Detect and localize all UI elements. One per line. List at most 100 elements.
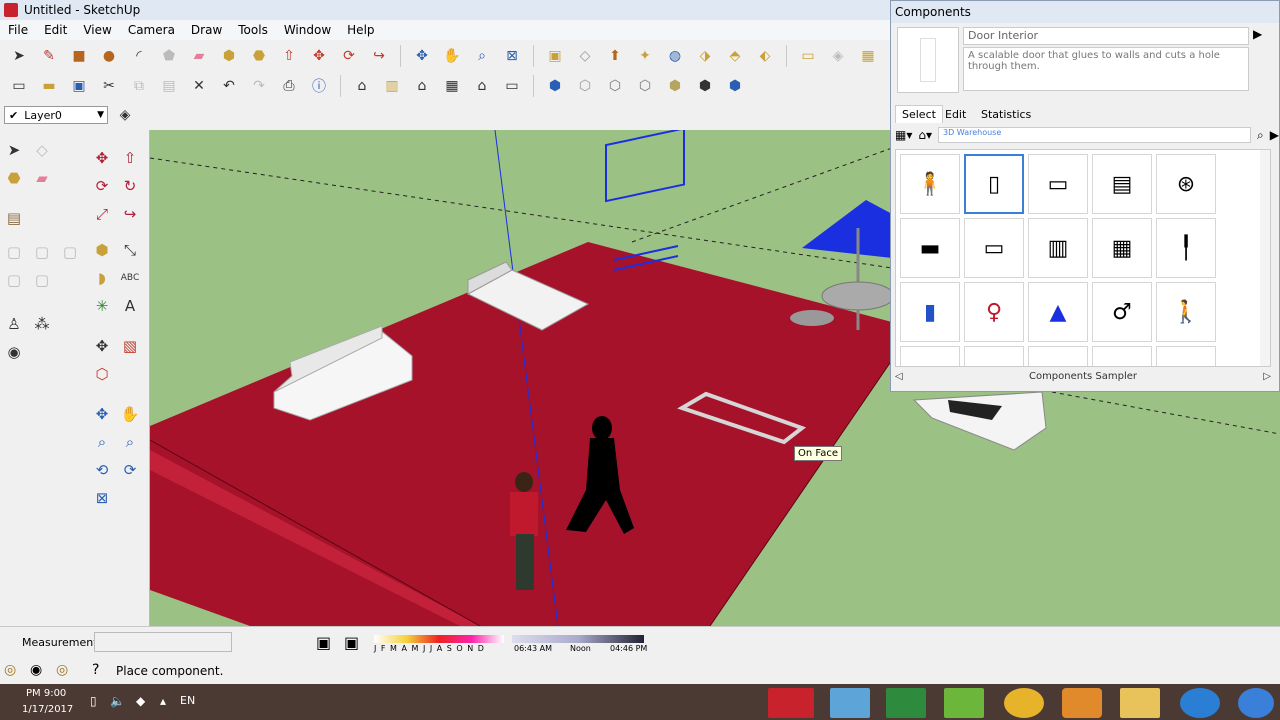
component-item-door[interactable]: ▯ [964, 154, 1024, 214]
component-item-walker[interactable]: 🚶 [1156, 282, 1216, 342]
car[interactable] [912, 392, 1047, 451]
zoom-extents-icon[interactable]: ⊠ [499, 44, 525, 68]
scene-canvas[interactable] [150, 130, 892, 626]
component-item-car[interactable]: ▬ [900, 218, 960, 278]
component-item-partial[interactable] [1028, 346, 1088, 366]
photo-textures-icon[interactable]: ✦ [632, 44, 658, 68]
component-item-sofa[interactable]: ▭ [964, 218, 1024, 278]
model-info-icon[interactable]: ⓘ [306, 74, 332, 98]
component-item-partial[interactable] [1156, 346, 1216, 366]
start-button-icon[interactable] [1238, 688, 1274, 718]
media-player-icon[interactable] [1062, 688, 1102, 718]
paste-icon[interactable]: ▤ [156, 74, 182, 98]
protractor-icon[interactable]: ◗ [90, 266, 114, 290]
stamp-icon[interactable]: ▦ [855, 44, 881, 68]
battery-icon[interactable]: ▯ [90, 694, 97, 708]
section-plane-icon[interactable]: ▧ [118, 334, 142, 358]
solid-subtract-icon[interactable]: ▢ [58, 240, 82, 264]
network-icon[interactable]: ◆ [136, 694, 145, 708]
menu-camera[interactable]: Camera [120, 23, 183, 37]
folder-icon[interactable] [1120, 688, 1160, 718]
pan-icon[interactable]: ✋ [439, 44, 465, 68]
back-view-icon[interactable]: ⌂ [469, 74, 495, 98]
warehouse-icon[interactable]: ▣ [542, 44, 568, 68]
explorer-task-icon[interactable] [830, 688, 870, 718]
component-item-bench[interactable]: ▤ [1092, 154, 1152, 214]
text-icon[interactable]: ABC [118, 266, 142, 290]
layer-dropdown[interactable]: ✔ Layer0 ▼ [4, 106, 108, 124]
back-edges-icon[interactable]: ⬡ [572, 74, 598, 98]
3d-viewport-right[interactable] [892, 392, 1280, 626]
footprints-icon[interactable]: ⁂ [30, 312, 54, 336]
circle-tool-icon[interactable]: ● [96, 44, 122, 68]
dimension-icon[interactable]: ⤡ [118, 238, 142, 262]
paint-bucket-icon[interactable]: ⬣ [246, 44, 272, 68]
axes-icon[interactable]: ✳ [90, 294, 114, 318]
arc-tool-icon[interactable]: ◜ [126, 44, 152, 68]
pan-icon[interactable]: ✋ [118, 402, 142, 426]
tab-statistics[interactable]: Statistics [975, 105, 1037, 123]
eraser-icon[interactable]: ▰ [30, 166, 54, 190]
solid-intersect-icon[interactable]: ▢ [30, 240, 54, 264]
offset-icon[interactable]: ↪ [118, 202, 142, 226]
zoom-icon[interactable]: ⌕ [90, 430, 114, 454]
time-slider[interactable] [512, 635, 644, 643]
component-item-people[interactable]: 🧍 [900, 154, 960, 214]
iso-view-icon[interactable]: ⌂ [349, 74, 375, 98]
open-file-icon[interactable]: ▬ [36, 74, 62, 98]
move-tool-icon[interactable]: ✥ [306, 44, 332, 68]
details-arrow-icon[interactable]: ▶ [1253, 27, 1262, 41]
front-view-icon[interactable]: ⌂ [409, 74, 435, 98]
search-icon[interactable]: ⌕ [1257, 128, 1264, 143]
section-display-icon[interactable]: ⬡ [90, 362, 114, 386]
rotate-tool-icon[interactable]: ⟳ [336, 44, 362, 68]
cut-icon[interactable]: ✂ [96, 74, 122, 98]
component-item-woman[interactable]: ♀ [964, 282, 1024, 342]
walk-icon[interactable]: ♙ [2, 312, 26, 336]
zoom-window-icon[interactable]: ⌕ [118, 430, 142, 454]
date-slider[interactable] [374, 635, 504, 643]
rotate-icon[interactable]: ⟳ [90, 174, 114, 198]
move-icon[interactable]: ✥ [90, 146, 114, 170]
redo-icon[interactable]: ↷ [246, 74, 272, 98]
get-models-icon[interactable]: ⬆ [602, 44, 628, 68]
camtasia-task-icon[interactable] [886, 688, 926, 718]
wireframe-icon[interactable]: ⬡ [602, 74, 628, 98]
geo-icon[interactable]: ◎ [4, 662, 16, 678]
camtasia-recorder-icon[interactable] [944, 688, 984, 718]
view-options-icon[interactable]: ▦▾ [895, 128, 912, 142]
pencil-tool-icon[interactable]: ✎ [36, 44, 62, 68]
volume-icon[interactable]: 🔈 [110, 694, 125, 708]
zoom-icon[interactable]: ⌕ [469, 44, 495, 68]
grid-scrollbar[interactable] [1260, 150, 1270, 366]
look-around-icon[interactable]: ◉ [2, 340, 26, 364]
solid-split-icon[interactable]: ▢ [30, 268, 54, 292]
menu-view[interactable]: View [75, 23, 119, 37]
sketchup-task-icon[interactable] [768, 688, 814, 718]
measurements-input[interactable] [94, 632, 232, 652]
erase-icon[interactable]: ✕ [186, 74, 212, 98]
menu-window[interactable]: Window [276, 23, 339, 37]
help-icon[interactable]: ? [92, 662, 99, 678]
shaded-icon[interactable]: ⬢ [662, 74, 688, 98]
follow-me-icon[interactable]: ↻ [118, 174, 142, 198]
component-item-partial[interactable] [900, 346, 960, 366]
component-item-mailbox[interactable]: ▮ [900, 282, 960, 342]
search-field[interactable]: 3D Warehouse [938, 127, 1252, 143]
select-tool-icon[interactable]: ➤ [6, 44, 32, 68]
shadow-toggle-icon[interactable]: ▣ [316, 633, 331, 652]
tab-select[interactable]: Select [895, 105, 943, 123]
position-camera-icon[interactable]: ✥ [90, 334, 114, 358]
layout-icon[interactable]: ⬘ [722, 44, 748, 68]
internet-explorer-icon[interactable] [1180, 688, 1220, 718]
layer-manager-icon[interactable]: ◈ [112, 103, 138, 127]
paint-icon[interactable]: ⬣ [2, 166, 26, 190]
monochrome-icon[interactable]: ⬢ [722, 74, 748, 98]
right-view-icon[interactable]: ▦ [439, 74, 465, 98]
rectangle-tool-icon[interactable]: ■ [66, 44, 92, 68]
component-name-field[interactable]: Door Interior [963, 27, 1249, 45]
polygon-tool-icon[interactable]: ⬟ [156, 44, 182, 68]
orbit-icon[interactable]: ✥ [409, 44, 435, 68]
3d-viewport[interactable]: On Face [150, 130, 892, 626]
shadow-settings-icon[interactable]: ▣ [344, 633, 359, 652]
